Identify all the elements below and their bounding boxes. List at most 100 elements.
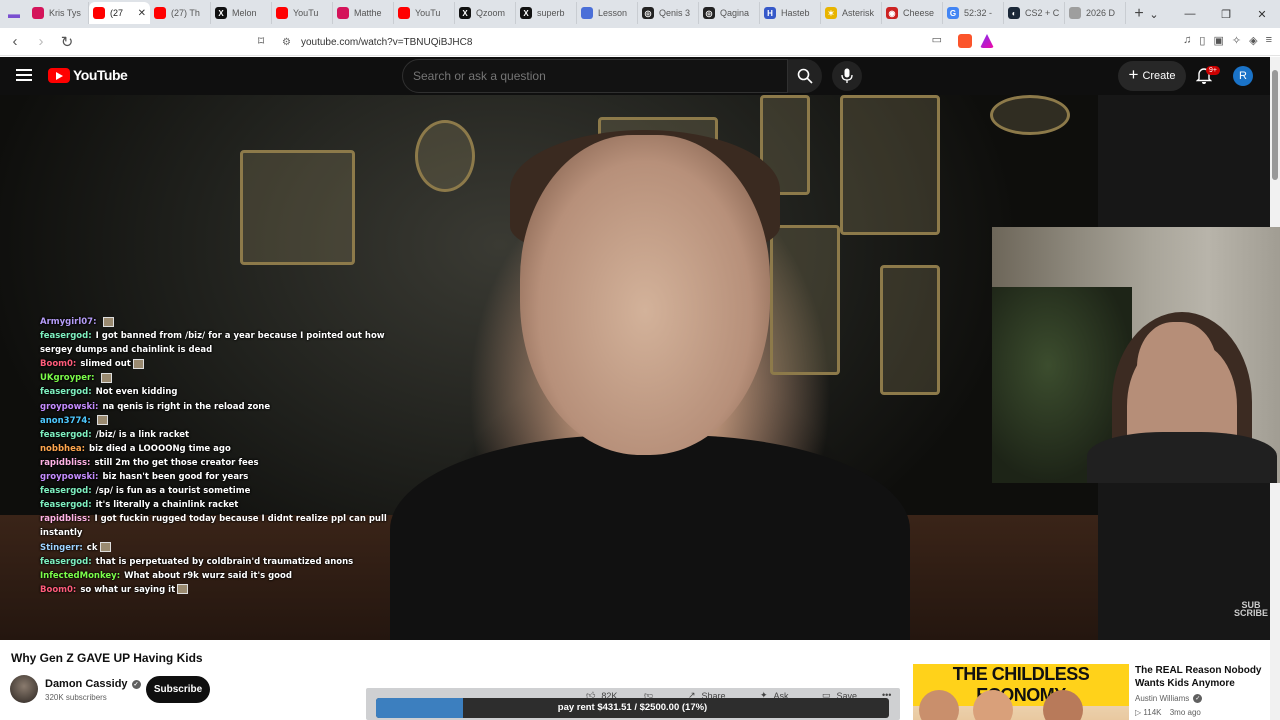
account-avatar[interactable]: R bbox=[1233, 66, 1253, 86]
tab-favicon-icon: X bbox=[459, 7, 471, 19]
subscribe-watermark[interactable]: SUB SCRIBE bbox=[1234, 601, 1268, 618]
search-button[interactable] bbox=[788, 59, 822, 93]
search-box[interactable] bbox=[402, 59, 788, 93]
recommended-channel-name[interactable]: Austin Williams bbox=[1135, 694, 1189, 703]
chat-message: InfectedMonkey: What about r9k wurz said … bbox=[40, 569, 400, 583]
browser-tab[interactable]: YouTu bbox=[394, 2, 455, 24]
recommended-channel[interactable]: Austin Williams ✓ bbox=[1135, 694, 1203, 703]
browser-tab[interactable]: Matthe bbox=[333, 2, 394, 24]
address-bar[interactable]: ⚙ youtube.com/watch?v=TBNUQiBJHC8 bbox=[282, 32, 1002, 52]
chat-username: feasergod: bbox=[40, 331, 92, 342]
browser-tab[interactable]: (27) Th bbox=[150, 2, 211, 24]
maximize-button[interactable]: ❐ bbox=[1208, 8, 1244, 21]
voice-search-button[interactable] bbox=[832, 61, 862, 91]
logo-text: YouTube bbox=[73, 67, 128, 83]
chat-username: rapidbliss: bbox=[40, 514, 91, 525]
tab-favicon-icon bbox=[276, 7, 288, 19]
chat-username: groypowski: bbox=[40, 472, 99, 483]
tab-label: (27 bbox=[110, 8, 124, 18]
channel-avatar[interactable] bbox=[10, 675, 38, 703]
chat-emote-icon bbox=[102, 316, 114, 327]
recommended-video-meta: ▷ 114K 3mo ago bbox=[1135, 708, 1201, 717]
browser-tab[interactable]: YouTu bbox=[272, 2, 333, 24]
tab-label: Kris Tys bbox=[49, 8, 81, 18]
tab-label: CS2 + C bbox=[1025, 8, 1060, 18]
chat-message: Boom0: slimed out bbox=[40, 357, 400, 371]
cast-icon[interactable]: ▭ bbox=[932, 33, 942, 46]
site-info-icon[interactable]: ⚙ bbox=[282, 37, 291, 48]
notification-badge: 9+ bbox=[1206, 66, 1220, 75]
video-title: Why Gen Z GAVE UP Having Kids bbox=[11, 651, 203, 665]
chat-username: feasergod: bbox=[40, 387, 92, 398]
browser-tab[interactable]: ◎ Qagina bbox=[699, 2, 760, 24]
leo-icon[interactable]: ✧ bbox=[1232, 34, 1241, 47]
tab-favicon-icon bbox=[581, 7, 593, 19]
tab-favicon-icon: H bbox=[764, 7, 776, 19]
channel-name-text[interactable]: Damon Cassidy bbox=[45, 678, 128, 690]
browser-tab[interactable]: Kris Tys bbox=[28, 2, 89, 24]
wallet-icon[interactable]: ▣ bbox=[1213, 34, 1223, 47]
chat-username: UKgroyper: bbox=[40, 373, 95, 384]
chat-username: Boom0: bbox=[40, 359, 77, 370]
browser-tab[interactable]: H Hasteb bbox=[760, 2, 821, 24]
chat-username: rapidbliss: bbox=[40, 457, 91, 468]
tab-close-icon[interactable]: ✕ bbox=[138, 8, 146, 19]
chat-emote-icon bbox=[100, 372, 112, 383]
browser-tab[interactable]: 2026 D bbox=[1065, 2, 1126, 24]
rent-progress-bar: pay rent $431.51 / $2500.00 (17%) bbox=[376, 698, 889, 718]
browser-menu-icon[interactable]: ▬ bbox=[0, 0, 28, 28]
minimize-button[interactable]: — bbox=[1172, 8, 1208, 20]
browser-nav-bar: ‹ › ↻ ⌑ ⚙ youtube.com/watch?v=TBNUQiBJHC… bbox=[0, 28, 1280, 56]
tab-label: superb bbox=[537, 8, 565, 18]
verified-check-icon: ✓ bbox=[1193, 694, 1203, 703]
chat-message: feasergod: I got banned from /biz/ for a … bbox=[40, 329, 400, 343]
plus-icon: + bbox=[1128, 65, 1139, 84]
browser-tab[interactable]: X Qzoom bbox=[455, 2, 516, 24]
guide-menu-icon[interactable] bbox=[16, 69, 32, 84]
browser-tab[interactable]: ◐ CS2 + C bbox=[1004, 2, 1065, 24]
wall-frame bbox=[240, 150, 355, 265]
recommended-video-thumbnail[interactable]: THE CHILDLESS ECONOMY bbox=[913, 664, 1129, 720]
speaker-shirt bbox=[390, 435, 910, 640]
url-text[interactable]: youtube.com/watch?v=TBNUQiBJHC8 bbox=[301, 37, 472, 48]
youtube-logo[interactable]: YouTube bbox=[48, 67, 128, 83]
chat-text: I got banned from /biz/ for a year becau… bbox=[95, 331, 385, 342]
browser-tab[interactable]: ✶ Asterisk bbox=[821, 2, 882, 24]
browser-tab[interactable]: Xsuperb bbox=[516, 2, 577, 24]
chat-text: What about r9k wurz said it's good bbox=[124, 570, 292, 581]
chat-text: /sp/ is fun as a tourist sometime bbox=[95, 486, 251, 497]
browser-tab[interactable]: ◉ Cheese bbox=[882, 2, 943, 24]
browser-tab[interactable]: Lesson bbox=[577, 2, 638, 24]
bookmark-icon[interactable]: ⌑ bbox=[258, 34, 264, 48]
channel-name[interactable]: Damon Cassidy ✓ bbox=[45, 678, 141, 690]
forward-button[interactable]: › bbox=[30, 33, 52, 50]
back-button[interactable]: ‹ bbox=[4, 33, 26, 50]
browser-tab[interactable]: (27 ✕ bbox=[89, 2, 150, 24]
wall-frame bbox=[840, 95, 940, 235]
page-scrollbar-thumb[interactable] bbox=[1272, 70, 1278, 180]
reload-button[interactable]: ↻ bbox=[56, 33, 78, 51]
search-input[interactable] bbox=[413, 69, 787, 83]
recommended-video-title[interactable]: The REAL Reason Nobody Wants Kids Anymor… bbox=[1135, 664, 1270, 690]
chat-message: groypowski: na qenis is right in the relo… bbox=[40, 400, 400, 414]
browser-tab[interactable]: ◎ Qenis 3 bbox=[638, 2, 699, 24]
search-icon bbox=[797, 68, 813, 84]
create-button[interactable]: + Create bbox=[1118, 61, 1186, 91]
window-controls: ⌄ — ❐ ✕ bbox=[1136, 0, 1280, 28]
vpn-icon[interactable]: ◈ bbox=[1249, 34, 1257, 47]
tab-favicon-icon bbox=[337, 7, 349, 19]
microphone-icon bbox=[841, 68, 853, 83]
close-window-button[interactable]: ✕ bbox=[1244, 8, 1280, 21]
subscribe-button[interactable]: Subscribe bbox=[146, 676, 210, 703]
sidebar-icon[interactable]: ▯ bbox=[1199, 34, 1205, 47]
chat-text: I got fuckin rugged today because I didn… bbox=[94, 514, 387, 525]
tab-search-icon[interactable]: ⌄ bbox=[1136, 8, 1172, 21]
brave-shield-icon[interactable] bbox=[958, 34, 972, 48]
browser-tab[interactable]: G 52:32 - bbox=[943, 2, 1004, 24]
menu-icon[interactable]: ≡ bbox=[1266, 34, 1272, 47]
tab-label: 52:32 - bbox=[964, 8, 993, 18]
media-icon[interactable]: ♫ bbox=[1183, 34, 1191, 47]
browser-tab[interactable]: X Melon bbox=[211, 2, 272, 24]
chat-message: UKgroyper: bbox=[40, 371, 400, 385]
chat-text: biz died a LOOOONg time ago bbox=[89, 443, 231, 454]
